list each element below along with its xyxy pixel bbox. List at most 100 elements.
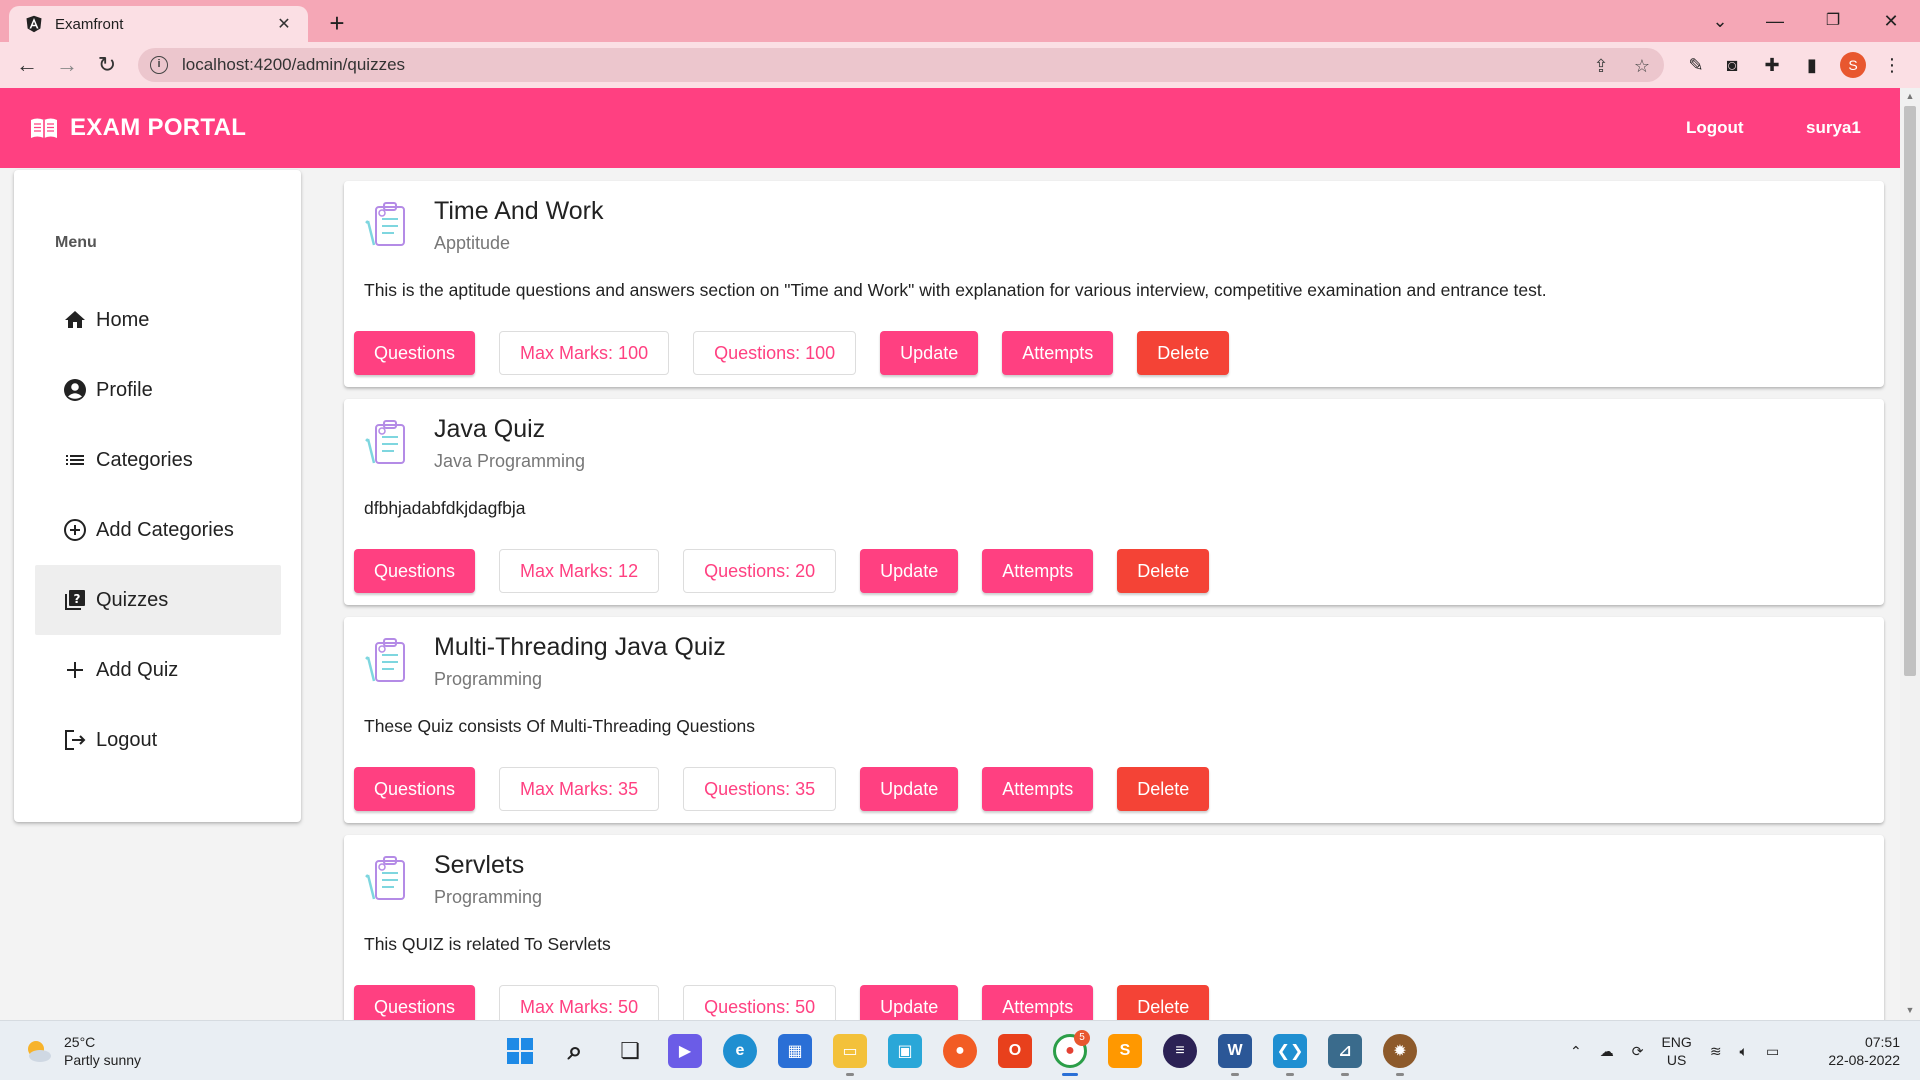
sidebar-item-profile[interactable]: Profile	[35, 355, 281, 425]
max-marks-button[interactable]: Max Marks: 12	[499, 549, 660, 593]
scroll-up-icon[interactable]: ▲	[1904, 91, 1916, 103]
max-marks-button[interactable]: Max Marks: 35	[499, 767, 660, 811]
sidebar-item-add-quiz[interactable]: Add Quiz	[35, 635, 281, 705]
max-marks-button[interactable]: Max Marks: 50	[499, 985, 660, 1020]
quiz-clipboard-icon	[365, 638, 405, 682]
sidebar-item-home[interactable]: Home	[35, 285, 281, 355]
word-icon[interactable]: W	[1218, 1034, 1252, 1068]
sync-icon[interactable]: ⟳	[1632, 1043, 1644, 1060]
vscode-icon[interactable]: ❮❯	[1273, 1034, 1307, 1068]
firefox-icon[interactable]: ●	[943, 1034, 977, 1068]
reload-icon[interactable]: ↻	[92, 50, 122, 80]
running-indicator	[1286, 1073, 1294, 1076]
browser-menu-icon[interactable]: ⋮	[1880, 53, 1904, 77]
search-icon[interactable]: ⌕	[558, 1034, 592, 1068]
weather-widget[interactable]: 25°C Partly sunny	[22, 1033, 141, 1069]
system-clock[interactable]: 07:51 22-08-2022	[1810, 1033, 1900, 1069]
forward-icon[interactable]: →	[52, 50, 82, 80]
attempts-button[interactable]: Attempts	[982, 985, 1094, 1020]
update-button[interactable]: Update	[860, 767, 959, 811]
restore-button[interactable]: ❐	[1818, 6, 1848, 36]
edge-browser-icon[interactable]: e	[723, 1034, 757, 1068]
update-button[interactable]: Update	[880, 331, 979, 375]
question-count-button[interactable]: Questions: 50	[683, 985, 837, 1020]
site-info-icon[interactable]: i	[150, 56, 168, 74]
extensions-puzzle-icon[interactable]: ✚	[1760, 53, 1784, 77]
update-button[interactable]: Update	[860, 549, 959, 593]
language-indicator[interactable]: ENG US	[1661, 1033, 1691, 1069]
attempts-button[interactable]: Attempts	[1002, 331, 1114, 375]
scrollbar-thumb[interactable]	[1904, 106, 1916, 676]
question-count-button[interactable]: Questions: 20	[683, 549, 837, 593]
bookmark-star-icon[interactable]: ☆	[1631, 55, 1653, 77]
wifi-icon[interactable]: ≋	[1710, 1043, 1722, 1060]
minimize-button[interactable]: —	[1760, 6, 1790, 36]
eclipse-icon[interactable]: ≡	[1163, 1034, 1197, 1068]
task-view-icon[interactable]: ❏	[613, 1034, 647, 1068]
back-icon[interactable]: ←	[12, 50, 42, 80]
header-username[interactable]: surya1	[1806, 88, 1861, 168]
delete-button[interactable]: Delete	[1117, 549, 1210, 593]
header-logout-link[interactable]: Logout	[1686, 88, 1744, 168]
app-lion-icon[interactable]: ✹	[1383, 1034, 1417, 1068]
svg-text:?: ?	[74, 592, 81, 606]
brand[interactable]: EXAM PORTAL	[30, 88, 246, 168]
plus-icon	[62, 657, 88, 683]
quiz-title: Servlets	[434, 851, 525, 879]
sidebar-item-logout[interactable]: Logout	[35, 705, 281, 775]
quiz-clipboard-icon	[365, 856, 405, 900]
sidebar-item-quizzes[interactable]: ? Quizzes	[35, 565, 281, 635]
questions-button[interactable]: Questions	[354, 331, 476, 375]
quiz-category: Programming	[434, 887, 543, 907]
show-hidden-icons-icon[interactable]: ⌃	[1570, 1043, 1582, 1060]
share-icon[interactable]: ⇪	[1590, 55, 1612, 77]
teams-chat-icon[interactable]: ▶	[668, 1034, 702, 1068]
scroll-down-icon[interactable]: ▼	[1904, 1005, 1916, 1017]
questions-button[interactable]: Questions	[354, 767, 476, 811]
new-tab-button[interactable]: +	[322, 9, 352, 39]
attempts-button[interactable]: Attempts	[982, 767, 1094, 811]
delete-button[interactable]: Delete	[1137, 331, 1230, 375]
close-tab-icon[interactable]: ✕	[274, 14, 294, 34]
battery-icon[interactable]: ▭	[1766, 1043, 1779, 1060]
file-explorer-icon[interactable]: ▭	[833, 1034, 867, 1068]
address-bar[interactable]: i localhost:4200/admin/quizzes	[138, 48, 1664, 82]
volume-icon[interactable]: 🔈︎	[1740, 1043, 1748, 1060]
clock-date: 22-08-2022	[1828, 1052, 1900, 1068]
sidebar-item-add-categories[interactable]: Add Categories	[35, 495, 281, 565]
quiz-actions: Questions Max Marks: 12 Questions: 20 Up…	[354, 549, 1210, 593]
remote-desktop-icon[interactable]: ▣	[888, 1034, 922, 1068]
microsoft-store-icon[interactable]: ▦	[778, 1034, 812, 1068]
list-icon	[62, 447, 88, 473]
max-marks-button[interactable]: Max Marks: 100	[499, 331, 670, 375]
extension-pen-icon[interactable]: ✎	[1684, 53, 1708, 77]
quiz-title: Time And Work	[434, 197, 604, 225]
delete-button[interactable]: Delete	[1117, 985, 1210, 1020]
question-count-button[interactable]: Questions: 35	[683, 767, 837, 811]
questions-button[interactable]: Questions	[354, 549, 476, 593]
extension-mask-icon[interactable]: ◙	[1720, 53, 1744, 77]
side-panel-icon[interactable]: ▮	[1800, 53, 1824, 77]
quiz-card: Multi-Threading Java Quiz Programming Th…	[344, 617, 1884, 823]
delete-button[interactable]: Delete	[1117, 767, 1210, 811]
onedrive-cloud-icon[interactable]: ☁	[1600, 1043, 1614, 1060]
quiz-card: Java Quiz Java Programming dfbhjadabfdkj…	[344, 399, 1884, 605]
page-viewport: EXAM PORTAL Logout surya1 Menu Home Prof…	[0, 88, 1900, 1020]
mysql-workbench-icon[interactable]: ⊿	[1328, 1034, 1362, 1068]
windows-start-icon[interactable]	[503, 1034, 537, 1068]
update-button[interactable]: Update	[860, 985, 959, 1020]
close-window-button[interactable]: ✕	[1876, 6, 1906, 36]
browser-tab[interactable]: Examfront ✕	[9, 6, 308, 42]
sidebar-item-categories[interactable]: Categories	[35, 425, 281, 495]
page-scrollbar[interactable]: ▲ ▼	[1900, 88, 1920, 1020]
office-icon[interactable]: O	[998, 1034, 1032, 1068]
quiz-actions: Questions Max Marks: 35 Questions: 35 Up…	[354, 767, 1210, 811]
question-count-button[interactable]: Questions: 100	[693, 331, 857, 375]
tab-search-icon[interactable]: ⌄	[1705, 6, 1735, 36]
attempts-button[interactable]: Attempts	[982, 549, 1094, 593]
running-indicator	[846, 1073, 854, 1076]
profile-avatar[interactable]: S	[1840, 52, 1866, 78]
app-header: EXAM PORTAL Logout surya1	[0, 88, 1900, 168]
questions-button[interactable]: Questions	[354, 985, 476, 1020]
sublime-text-icon[interactable]: S	[1108, 1034, 1142, 1068]
